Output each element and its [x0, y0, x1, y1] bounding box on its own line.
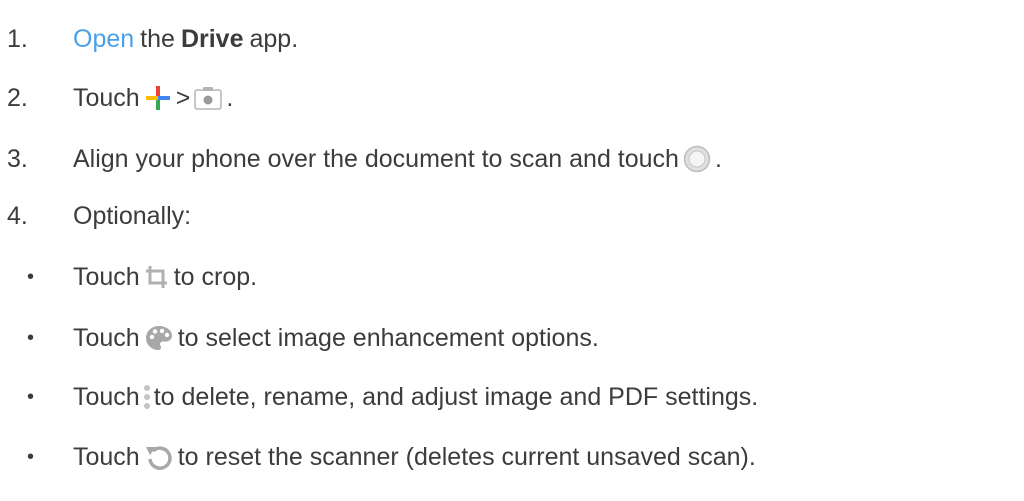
step-1: 1. Open the Drive app.	[0, 22, 1024, 56]
shutter-icon	[683, 145, 711, 173]
option-text: Touch	[73, 382, 140, 411]
step-text: Touch	[73, 83, 140, 112]
step-text: .	[226, 83, 234, 112]
option-text: to crop.	[173, 262, 258, 291]
camera-icon	[194, 86, 223, 110]
option-text: to reset the scanner (deletes current un…	[177, 442, 756, 471]
step-number: 2.	[7, 83, 28, 112]
step-number: 3.	[7, 144, 28, 173]
option-reset: • Touch to reset the scanner (deletes cu…	[0, 440, 1024, 474]
step-text: Optionally:	[73, 201, 192, 230]
google-plus-icon	[144, 84, 172, 112]
step-number: 1.	[7, 24, 28, 53]
step-text: .	[714, 144, 722, 173]
palette-icon	[144, 324, 174, 352]
step-number: 4.	[7, 201, 28, 230]
drive-app-name: Drive	[180, 24, 244, 53]
bullet: •	[27, 386, 35, 408]
step-4: 4. Optionally:	[0, 199, 1024, 233]
bullet: •	[27, 327, 35, 349]
step-2: 2. Touch > .	[0, 80, 1024, 116]
option-more: • Touch to delete, rename, and adjust im…	[0, 380, 1024, 414]
reset-icon	[144, 443, 174, 471]
more-vertical-icon	[142, 383, 152, 411]
option-text: Touch	[73, 262, 140, 291]
option-text: to delete, rename, and adjust image and …	[153, 382, 759, 411]
option-crop: • Touch to crop.	[0, 260, 1024, 294]
option-text: to select image enhancement options.	[177, 323, 599, 352]
step-separator: >	[175, 83, 191, 112]
step-text: the	[140, 24, 175, 53]
option-enhance: • Touch to select image enhancement opti…	[0, 321, 1024, 355]
step-text: app.	[249, 24, 299, 53]
step-3: 3. Align your phone over the document to…	[0, 142, 1024, 176]
bullet: •	[27, 446, 35, 468]
open-drive-link[interactable]: Open	[73, 26, 134, 52]
bullet: •	[27, 266, 35, 288]
option-text: Touch	[73, 323, 140, 352]
step-text: Align your phone over the document to sc…	[73, 144, 679, 173]
crop-icon	[144, 264, 170, 290]
option-text: Touch	[73, 442, 140, 471]
